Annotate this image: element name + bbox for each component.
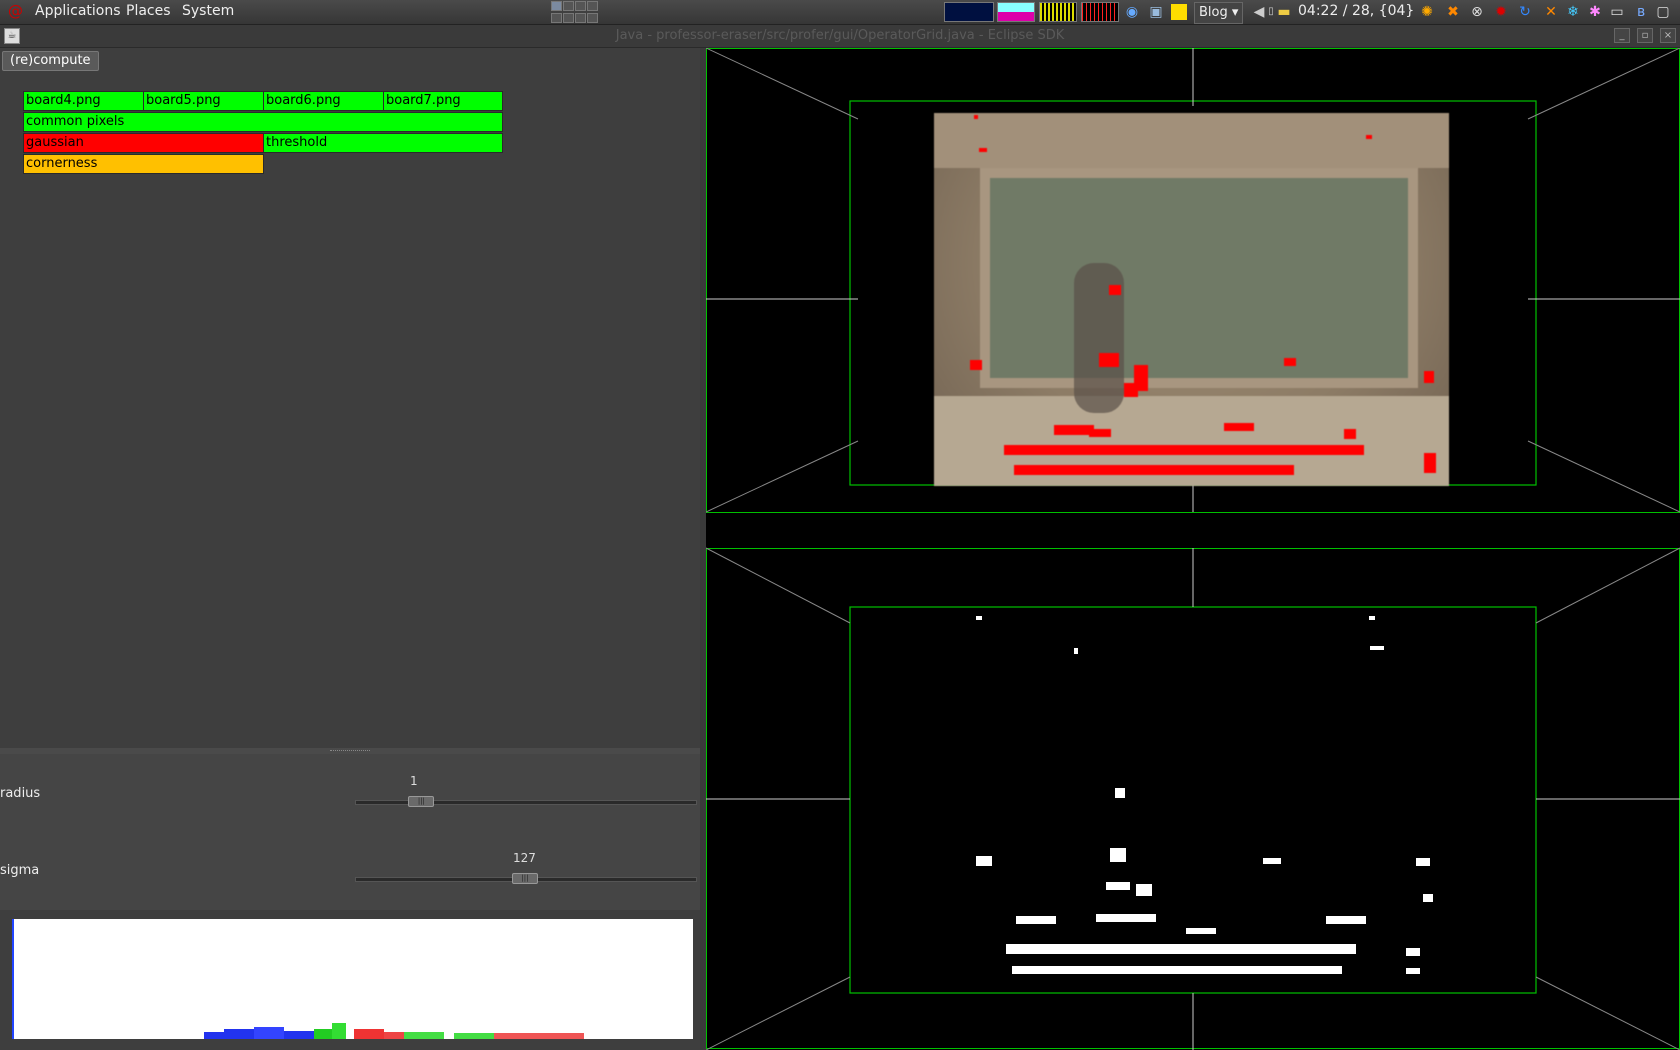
places-menu[interactable]: Places [126,3,171,19]
operator-board4[interactable]: board4.png [23,91,144,111]
histogram-blue [204,1027,324,1039]
workspace-switcher[interactable] [551,1,601,23]
parameter-controls: 1 radius ||| 127 sigma ||| [0,754,700,910]
workspace-1[interactable] [551,1,562,11]
close-button[interactable]: × [1660,28,1676,43]
workspace-4[interactable] [587,1,598,11]
bird-icon[interactable]: ✕ [1542,3,1560,21]
folder-icon[interactable]: ▬ [1275,3,1293,21]
radius-slider-track[interactable] [355,800,697,805]
histogram-plot [204,1023,584,1039]
workspace-7[interactable] [575,12,586,23]
memory-monitor-icon[interactable] [997,2,1035,22]
crossed-tools-icon[interactable]: ✖ [1444,3,1462,21]
network-icon[interactable]: ▣ [1147,3,1165,21]
operator-cornerness[interactable]: cornerness [23,154,264,174]
gnome-foot-icon[interactable]: @ [8,3,24,19]
image-canvas[interactable] [706,48,1680,1050]
x-circle-icon[interactable]: ⊗ [1468,3,1486,21]
operator-board5[interactable]: board5.png [143,91,264,111]
workspace-3[interactable] [575,1,586,11]
sigma-slider-thumb[interactable]: ||| [512,873,538,884]
sun-icon[interactable]: ✺ [1418,3,1436,21]
radius-label: radius [0,786,41,801]
sigma-label: sigma [0,863,40,878]
bluetooth-icon[interactable]: ʙ [1632,3,1650,21]
net-monitor-icon[interactable] [1039,2,1077,22]
cpu-monitor-icon[interactable] [944,2,994,22]
workspace-2[interactable] [563,1,574,11]
minimize-button[interactable]: _ [1614,28,1630,43]
top-panel: @ Applications Places System ◉ ▣ Blog ▾ … [0,0,1680,25]
blog-label: Blog [1199,5,1228,20]
recompute-button[interactable]: (re)compute [2,51,99,71]
chevron-down-icon: ▾ [1231,5,1239,20]
operator-board7[interactable]: board7.png [383,91,503,111]
operator-common-pixels[interactable]: common pixels [23,112,503,132]
workspace-6[interactable] [563,12,574,23]
sigma-value: 127 [513,851,536,865]
display-icon[interactable]: ▭ [1608,3,1626,21]
applications-menu[interactable]: Applications [35,3,121,19]
operator-gaussian[interactable]: gaussian [23,133,264,153]
workspace-5[interactable] [551,12,562,23]
blog-dropdown[interactable]: Blog ▾ [1194,2,1244,24]
notes-icon[interactable] [1171,4,1187,20]
workspace-8[interactable] [587,12,598,23]
refresh-icon[interactable]: ↻ [1516,3,1534,21]
globe-icon[interactable]: ◉ [1123,3,1141,21]
operator-threshold[interactable]: threshold [263,133,503,153]
gear-red-icon[interactable]: ✹ [1492,3,1510,21]
window-title: Java - professor-eraser/src/profer/gui/O… [615,28,1065,43]
window-titlebar[interactable]: ☕ Java - professor-eraser/src/profer/gui… [0,25,1680,48]
radius-slider-thumb[interactable]: ||| [408,796,435,807]
star-icon[interactable]: ✱ [1586,3,1604,21]
clock[interactable]: 04:22 / 28, {04} [1298,3,1414,19]
load-monitor-icon[interactable] [1081,2,1119,22]
snowflake-icon[interactable]: ❄ [1564,3,1582,21]
threshold-output [976,616,1433,974]
operator-board6[interactable]: board6.png [263,91,384,111]
monitor-icon[interactable]: ▢ [1654,3,1672,21]
radius-value: 1 [410,774,418,788]
maximize-button[interactable]: ▫ [1637,28,1653,43]
histogram [12,919,693,1039]
system-menu[interactable]: System [182,3,234,19]
